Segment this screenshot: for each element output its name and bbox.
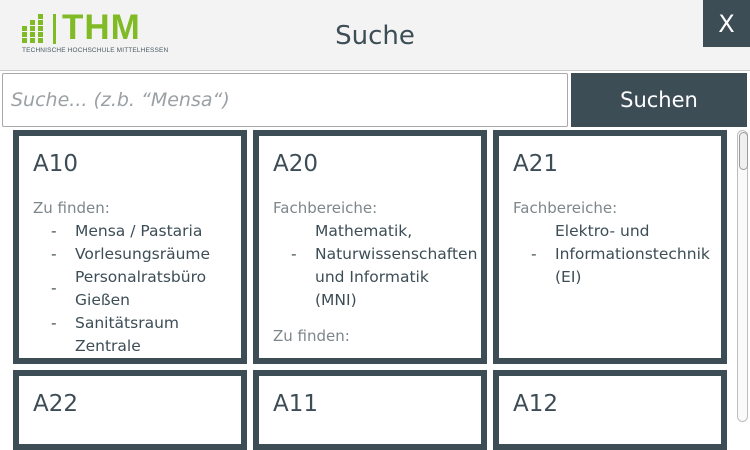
card-title: A10 (33, 151, 79, 177)
section-label: Zu finden: (33, 199, 110, 217)
list-item: Vorlesungsräume (33, 243, 227, 266)
list-item: Mensa / Pastaria (33, 220, 227, 243)
scrollbar[interactable] (737, 130, 748, 422)
card-title: A20 (273, 151, 319, 177)
search-input[interactable] (2, 73, 568, 127)
section-label: Fachbereiche: (273, 199, 378, 217)
card-title: A12 (513, 391, 559, 417)
list-item: Personalratsbüro Gießen (33, 266, 227, 312)
item-list: Mathematik, Naturwissenschaften und Info… (273, 220, 477, 312)
building-card-a22[interactable]: A22 (13, 370, 247, 450)
list-item: Mathematik, Naturwissenschaften und Info… (273, 220, 477, 312)
card-title: A21 (513, 151, 559, 177)
search-button[interactable]: Suchen (571, 73, 747, 127)
card-title: A11 (273, 391, 319, 417)
list-item: Sanitätsraum Zentrale (33, 312, 227, 358)
list-item: Elektro- und Informationstechnik (EI) (513, 220, 710, 289)
building-card-a10[interactable]: A10 Zu finden: Mensa / Pastaria Vorlesun… (13, 130, 247, 364)
scrollbar-thumb[interactable] (739, 132, 748, 170)
page-title: Suche (335, 21, 415, 51)
building-card-a21[interactable]: A21 Fachbereiche: Elektro- und Informati… (493, 130, 727, 364)
section-label: Fachbereiche: (513, 199, 618, 217)
item-list: Mensa / Pastaria Vorlesungsräume Persona… (33, 220, 227, 358)
section-label: Zu finden: (273, 327, 350, 345)
item-list: Elektro- und Informationstechnik (EI) (513, 220, 710, 289)
close-button[interactable]: X (703, 0, 750, 47)
app-header: THM TECHNISCHE HOCHSCHULE MITTELHESSEN S… (0, 0, 750, 71)
building-card-a12[interactable]: A12 (493, 370, 727, 450)
card-title: A22 (33, 391, 79, 417)
building-card-a20[interactable]: A20 Fachbereiche: Mathematik, Naturwisse… (253, 130, 487, 364)
building-card-a11[interactable]: A11 (253, 370, 487, 450)
